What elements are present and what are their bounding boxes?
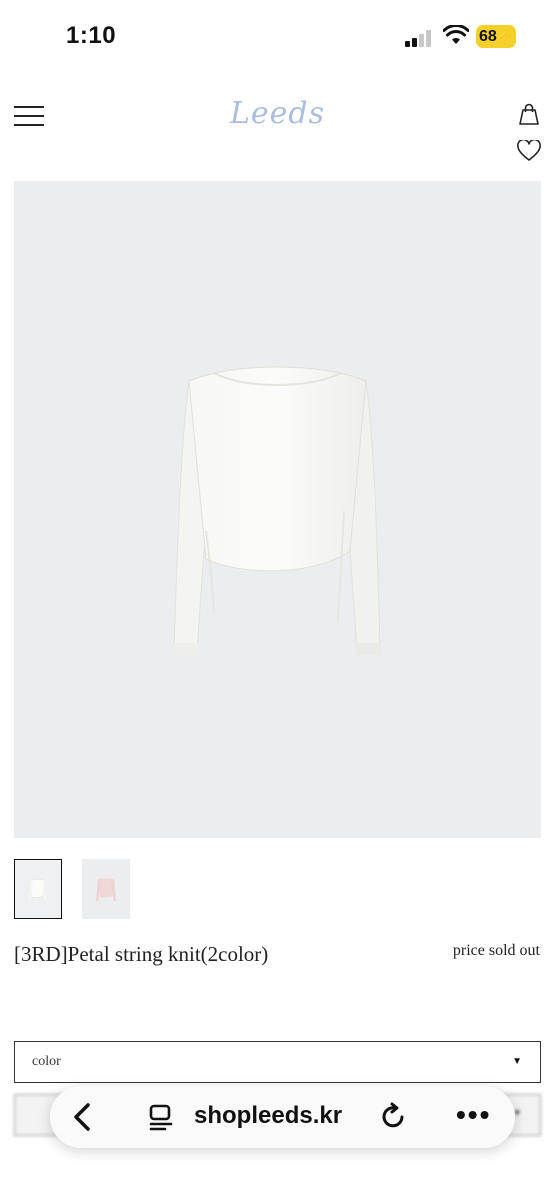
battery-level: 68: [479, 27, 497, 45]
color-select-label: color: [32, 1054, 61, 1069]
wifi-icon: [443, 25, 469, 44]
address-bar[interactable]: shopleeds.kr: [194, 1102, 342, 1130]
site-logo[interactable]: Leeds: [200, 96, 355, 131]
caret-down-icon: ▼: [512, 1056, 522, 1067]
tabs-icon[interactable]: [148, 1103, 176, 1131]
menu-icon[interactable]: [14, 106, 44, 128]
product-price: price sold out: [452, 942, 540, 959]
back-arrow-icon[interactable]: [68, 1101, 98, 1133]
product-title: [3RD]Petal string knit(2color): [14, 942, 269, 966]
status-time: 1:10: [66, 22, 117, 49]
color-select[interactable]: color ▼: [14, 1041, 541, 1083]
more-icon[interactable]: •••: [456, 1101, 491, 1129]
shopping-bag-icon[interactable]: [517, 102, 541, 126]
knit-top-illustration: [173, 366, 381, 655]
thumbnail-pink[interactable]: [82, 859, 130, 919]
thumbnail-ivory[interactable]: [14, 859, 62, 919]
signal-icon: [405, 29, 435, 47]
status-bar: 1:10 68 ⚡: [0, 0, 555, 70]
reload-icon[interactable]: [380, 1102, 408, 1132]
browser-toolbar: shopleeds.kr •••: [50, 1086, 515, 1148]
product-image[interactable]: [14, 181, 541, 838]
battery-icon: 68 ⚡: [476, 25, 516, 48]
heart-icon[interactable]: [517, 140, 541, 162]
site-header: Leeds: [0, 86, 555, 166]
